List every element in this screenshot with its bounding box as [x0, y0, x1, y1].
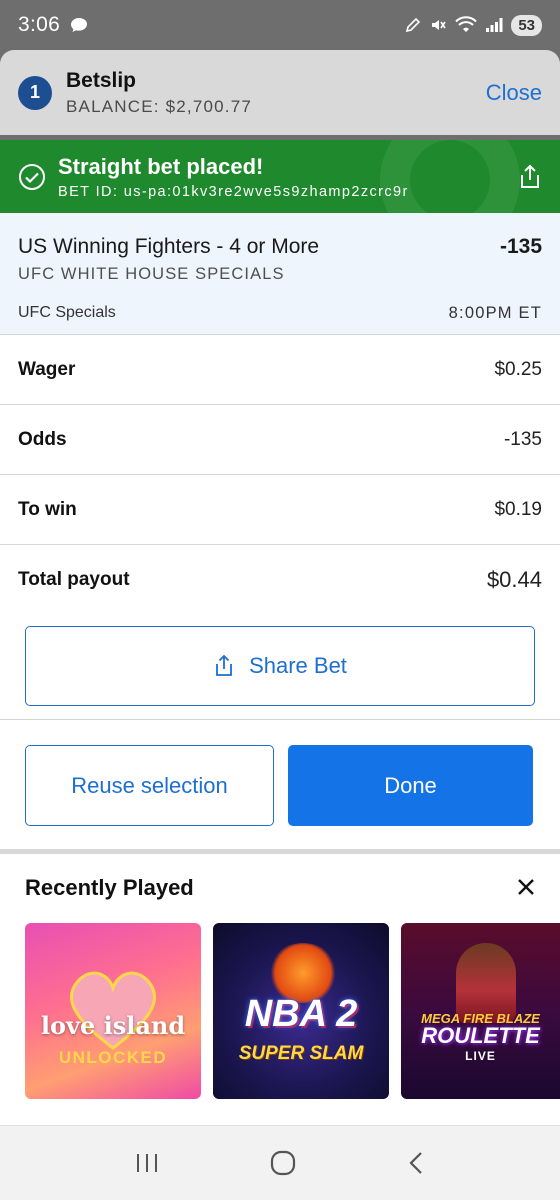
share-bet-button[interactable]: Share Bet: [25, 626, 535, 706]
recently-played-title: Recently Played: [25, 875, 194, 900]
reuse-selection-button[interactable]: Reuse selection: [25, 745, 274, 826]
betslip-title: Betslip: [66, 68, 137, 92]
signal-icon: [486, 18, 503, 32]
selection-title: US Winning Fighters - 4 or More: [18, 235, 320, 258]
bet-selection-card: US Winning Fighters - 4 or More -135 UFC…: [0, 213, 560, 335]
betslip-header: 1 Betslip BALANCE: $2,700.77 Close: [0, 50, 560, 135]
event-time: 8:00PM ET: [448, 304, 542, 322]
game-title: love island: [40, 1011, 186, 1040]
divider: [0, 719, 560, 720]
share-bet-label: Share Bet: [249, 653, 347, 678]
detail-value: -135: [503, 428, 542, 450]
share-icon[interactable]: [518, 164, 542, 190]
detail-value: $0.19: [494, 498, 542, 520]
total-payout-row: Total payout $0.44: [0, 545, 560, 615]
wager-row: Wager $0.25: [0, 335, 560, 405]
game-title: NBA 2: [244, 993, 358, 1035]
status-bar: 3:06 53: [0, 0, 560, 50]
game-subtitle: LIVE: [465, 1049, 496, 1063]
banner-title: Straight bet placed!: [58, 153, 264, 179]
section-divider: [0, 849, 560, 854]
selection-odds: -135: [499, 235, 542, 258]
detail-label: Total payout: [18, 569, 130, 590]
system-nav-bar: [0, 1125, 560, 1200]
battery-indicator: 53: [511, 14, 542, 36]
league-name: UFC Specials: [18, 304, 116, 321]
close-button[interactable]: Close: [486, 80, 542, 106]
game-subtitle: UNLOCKED: [58, 1048, 168, 1067]
pen-icon: [406, 17, 421, 33]
detail-label: Odds: [18, 428, 67, 450]
game-subtitle: SUPER SLAM: [238, 1043, 364, 1064]
back-icon[interactable]: [406, 1150, 426, 1176]
odds-row: Odds -135: [0, 405, 560, 475]
check-circle-icon: [19, 163, 45, 190]
home-icon[interactable]: [269, 1149, 297, 1177]
game-tile-love-island[interactable]: love island UNLOCKED: [25, 923, 201, 1099]
selection-count-badge: 1: [18, 75, 52, 110]
detail-value: $0.44: [486, 567, 542, 592]
bet-id: BET ID: us-pa:01kv3re2wve5s9zhamp2zcrc9r: [58, 183, 409, 200]
bet-placed-banner: Straight bet placed! BET ID: us-pa:01kv3…: [0, 140, 560, 213]
mute-icon: [432, 20, 446, 30]
banner-decoration: [380, 140, 520, 213]
game-title: ROULETTE: [421, 1023, 540, 1048]
share-icon: [216, 654, 232, 676]
game-tile-nba-super-slam[interactable]: NBA 2 SUPER SLAM: [213, 923, 389, 1099]
status-time: 3:06: [18, 13, 61, 36]
recent-apps-icon[interactable]: [134, 1151, 160, 1175]
done-button[interactable]: Done: [288, 745, 533, 826]
detail-label: To win: [18, 498, 77, 520]
detail-label: Wager: [18, 358, 76, 380]
market-name: UFC WHITE HOUSE SPECIALS: [18, 265, 285, 283]
wifi-icon: [455, 16, 478, 32]
game-tile-mega-roulette[interactable]: MEGA FIRE BLAZE ROULETTE LIVE: [401, 923, 560, 1099]
balance-label: BALANCE: $2,700.77: [66, 96, 253, 116]
detail-value: $0.25: [494, 358, 542, 380]
chat-icon: [71, 18, 88, 32]
close-icon[interactable]: [515, 876, 537, 898]
to-win-row: To win $0.19: [0, 475, 560, 545]
